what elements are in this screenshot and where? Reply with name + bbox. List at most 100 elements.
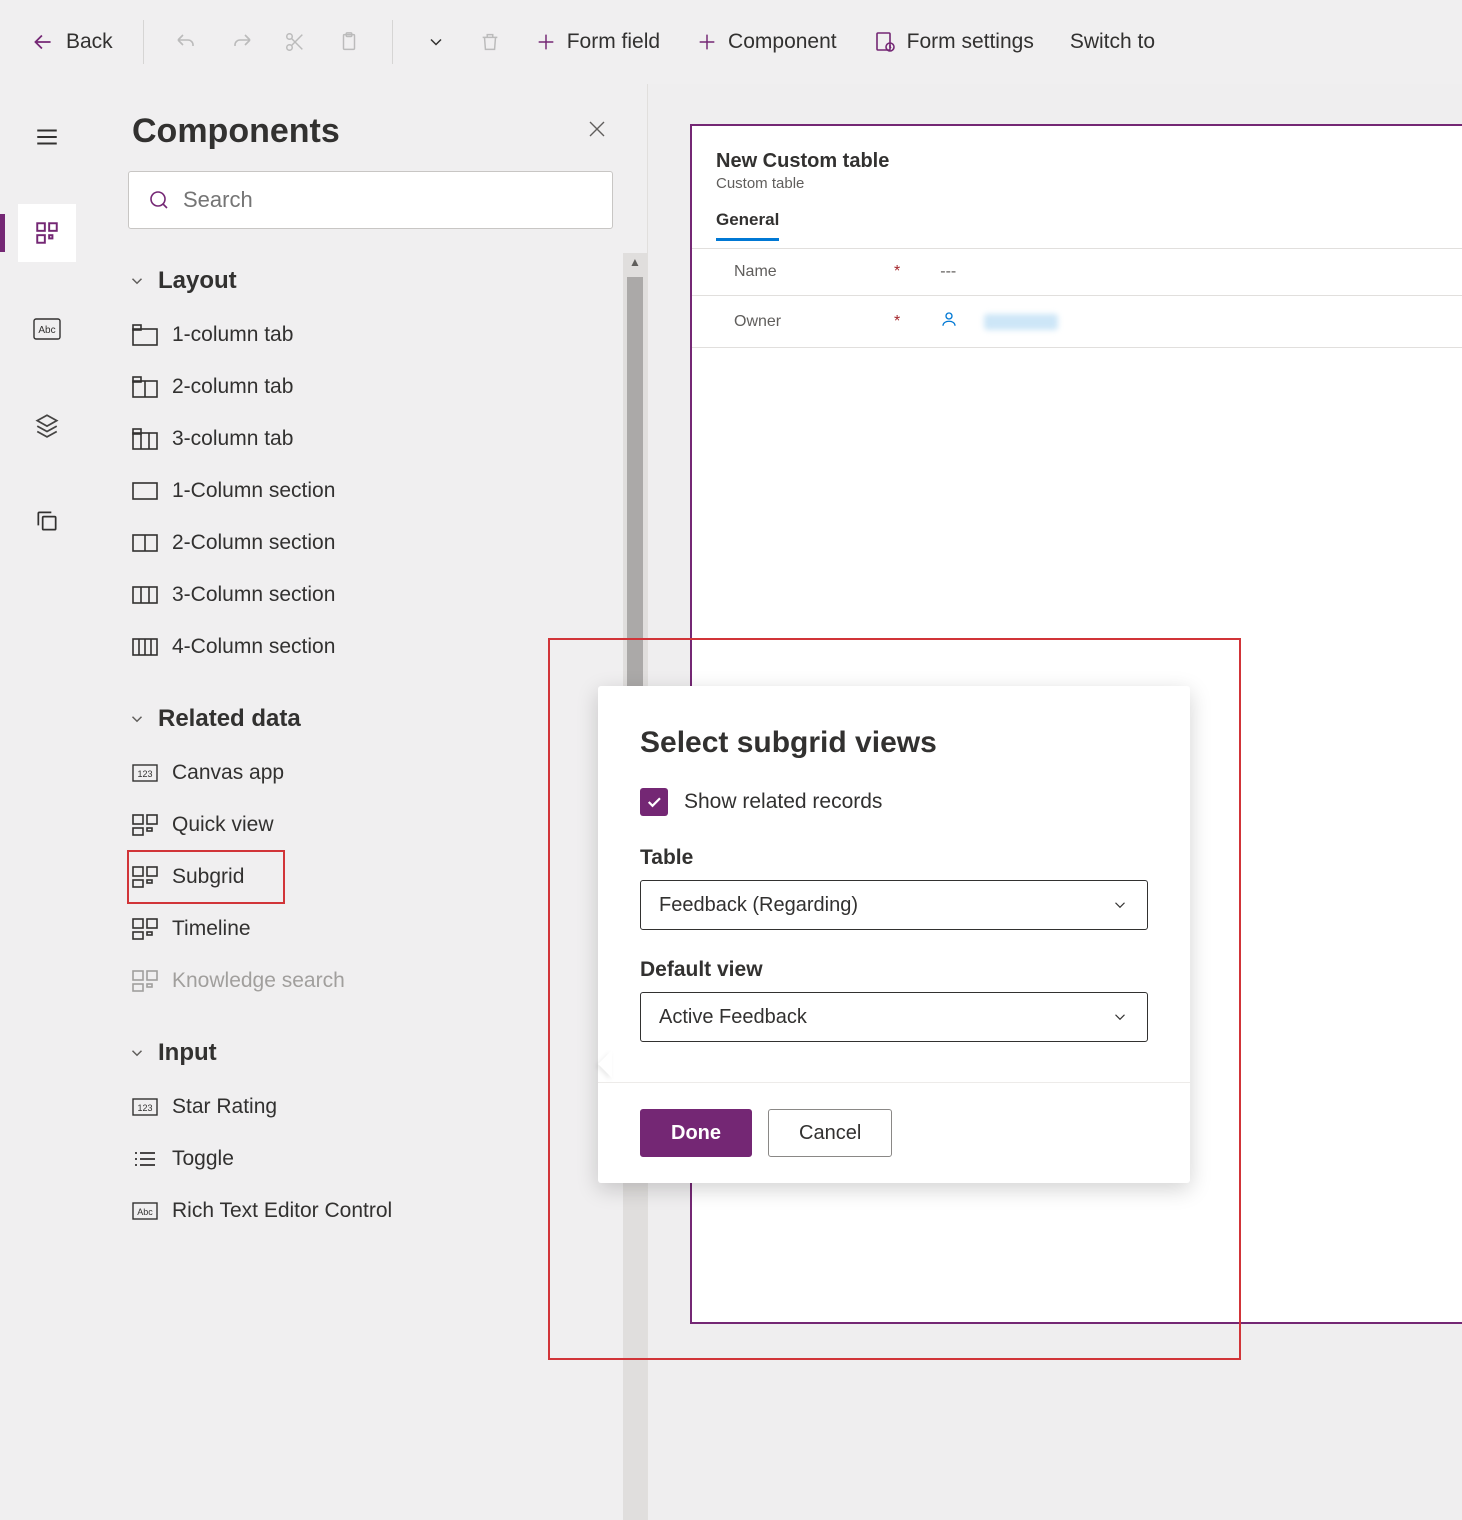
layers-icon xyxy=(34,412,60,438)
form-tab-general[interactable]: General xyxy=(716,210,779,241)
back-button[interactable]: Back xyxy=(20,23,123,61)
group-label: Input xyxy=(158,1039,217,1067)
owner-value xyxy=(984,314,1058,330)
close-icon xyxy=(585,117,609,141)
separator xyxy=(143,20,144,64)
component-button[interactable]: Component xyxy=(682,24,851,60)
field-label: Name xyxy=(734,263,874,281)
paste-button[interactable] xyxy=(326,19,372,65)
delete-button[interactable] xyxy=(467,19,513,65)
comp-canvas-app[interactable]: 123Canvas app xyxy=(128,747,647,799)
trash-icon xyxy=(479,31,501,53)
subgrid-popover: Select subgrid views Show related record… xyxy=(598,686,1190,1183)
field-label: Owner xyxy=(734,313,874,331)
person-icon xyxy=(940,310,958,333)
chevron-down-icon xyxy=(128,1044,146,1062)
group-label: Related data xyxy=(158,705,301,733)
rail-layers[interactable] xyxy=(18,396,76,454)
chevron-down-icon xyxy=(426,32,446,52)
show-related-checkbox[interactable] xyxy=(640,788,668,816)
comp-4col-section[interactable]: 4-Column section xyxy=(128,621,647,673)
required-icon: * xyxy=(894,313,900,331)
side-rail: Abc xyxy=(0,84,94,1520)
chevron-down-icon xyxy=(128,710,146,728)
back-label: Back xyxy=(66,30,113,54)
scissors-icon xyxy=(284,31,306,53)
canvas-icon: 123 xyxy=(132,762,158,784)
comp-quick-view[interactable]: Quick view xyxy=(128,799,647,851)
tab-icon xyxy=(132,376,158,398)
plus-icon xyxy=(535,31,557,53)
rail-abc[interactable]: Abc xyxy=(18,300,76,358)
group-label: Layout xyxy=(158,267,237,295)
view-label: Default view xyxy=(640,958,1148,982)
form-settings-icon xyxy=(873,30,897,54)
group-layout[interactable]: Layout xyxy=(128,253,647,309)
search-box[interactable] xyxy=(128,171,613,229)
section-icon xyxy=(132,584,158,606)
field-row-owner[interactable]: Owner * xyxy=(692,295,1462,348)
undo-icon xyxy=(175,30,199,54)
cancel-button[interactable]: Cancel xyxy=(768,1109,892,1157)
form-settings-label: Form settings xyxy=(907,30,1034,54)
field-value: --- xyxy=(940,263,956,281)
grid-icon xyxy=(132,918,158,940)
undo-button[interactable] xyxy=(164,19,210,65)
group-input[interactable]: Input xyxy=(128,1025,647,1081)
comp-rich-text[interactable]: AbcRich Text Editor Control xyxy=(128,1185,647,1237)
tab-icon xyxy=(132,428,158,450)
chevron-down-icon xyxy=(128,272,146,290)
redo-icon xyxy=(229,30,253,54)
grid-icon xyxy=(132,970,158,992)
comp-timeline[interactable]: Timeline xyxy=(128,903,647,955)
section-icon xyxy=(132,480,158,502)
grid-icon xyxy=(132,866,158,888)
components-panel: Components Layout 1-column tab 2-column … xyxy=(94,84,648,1520)
form-title: New Custom table xyxy=(692,150,1462,173)
copy-icon xyxy=(34,508,60,534)
cut-button[interactable] xyxy=(272,19,318,65)
svg-text:123: 123 xyxy=(137,1103,152,1113)
panel-close-button[interactable] xyxy=(585,117,609,146)
rail-components[interactable] xyxy=(18,204,76,262)
comp-3col-tab[interactable]: 3-column tab xyxy=(128,413,647,465)
done-button[interactable]: Done xyxy=(640,1109,752,1157)
form-field-button[interactable]: Form field xyxy=(521,24,674,60)
comp-2col-tab[interactable]: 2-column tab xyxy=(128,361,647,413)
section-icon xyxy=(132,636,158,658)
switch-button[interactable]: Switch to xyxy=(1056,24,1155,60)
comp-2col-section[interactable]: 2-Column section xyxy=(128,517,647,569)
chevron-down-icon xyxy=(1111,1008,1129,1026)
switch-label: Switch to xyxy=(1070,30,1155,54)
form-field-label: Form field xyxy=(567,30,660,54)
comp-1col-section[interactable]: 1-Column section xyxy=(128,465,647,517)
table-dropdown[interactable]: Feedback (Regarding) xyxy=(640,880,1148,930)
rail-menu[interactable] xyxy=(18,108,76,166)
search-input[interactable] xyxy=(183,187,594,213)
field-row-name[interactable]: Name * --- xyxy=(692,248,1462,295)
chevron-button[interactable] xyxy=(413,19,459,65)
popover-title: Select subgrid views xyxy=(640,726,1148,760)
plus-icon xyxy=(696,31,718,53)
comp-subgrid[interactable]: Subgrid xyxy=(128,851,284,903)
comp-1col-tab[interactable]: 1-column tab xyxy=(128,309,647,361)
abc-icon: Abc xyxy=(33,318,61,340)
form-settings-button[interactable]: Form settings xyxy=(859,24,1048,60)
check-icon xyxy=(645,793,663,811)
comp-star-rating[interactable]: 123Star Rating xyxy=(128,1081,647,1133)
star-icon: 123 xyxy=(132,1096,158,1118)
view-dropdown[interactable]: Active Feedback xyxy=(640,992,1148,1042)
redo-button[interactable] xyxy=(218,19,264,65)
abc-icon: Abc xyxy=(132,1200,158,1222)
show-related-label: Show related records xyxy=(684,790,882,814)
comp-3col-section[interactable]: 3-Column section xyxy=(128,569,647,621)
grid-icon xyxy=(132,814,158,836)
chevron-down-icon xyxy=(1111,896,1129,914)
rail-copy[interactable] xyxy=(18,492,76,550)
component-label: Component xyxy=(728,30,837,54)
group-related[interactable]: Related data xyxy=(128,691,647,747)
clipboard-icon xyxy=(338,31,360,53)
svg-text:Abc: Abc xyxy=(38,325,55,336)
form-subtitle: Custom table xyxy=(692,173,1462,210)
comp-toggle[interactable]: Toggle xyxy=(128,1133,647,1185)
